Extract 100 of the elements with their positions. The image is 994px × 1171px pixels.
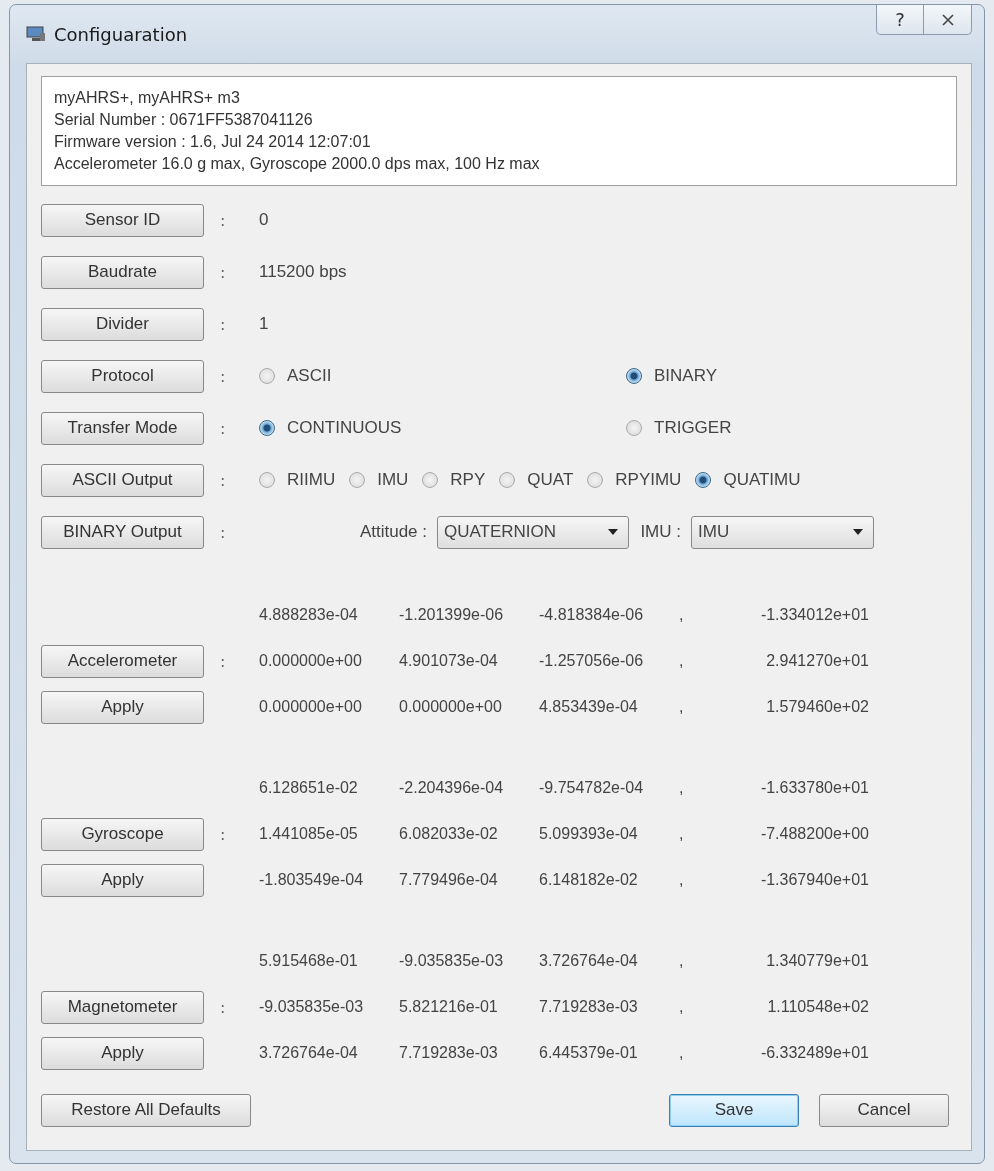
calibration-button[interactable]: Accelerometer	[41, 644, 204, 678]
offset-value: -1.334012e+01	[759, 606, 869, 624]
setting-button[interactable]: Transfer Mode	[41, 411, 204, 445]
setting-value: 115200 bps	[259, 262, 348, 282]
radio-label: QUATIMU	[723, 470, 801, 490]
info-line: myAHRS+, myAHRS+ m3	[54, 88, 241, 108]
radio-label: RIIMU	[287, 470, 336, 490]
setting-value: 1	[259, 314, 270, 334]
dropdown-label: IMU :	[640, 522, 681, 542]
close-button[interactable]	[924, 5, 972, 35]
dropdown-label: Attitude :	[359, 522, 427, 542]
matrix-value: 1.441085e-05	[259, 825, 359, 843]
matrix-value: -1.257056e-06	[539, 652, 645, 670]
window-title: Configuaration	[54, 23, 188, 45]
radio-button[interactable]	[587, 472, 604, 488]
radio-label: IMU	[377, 470, 409, 490]
offset-value: 2.941270e+01	[765, 652, 869, 670]
comma: ,	[679, 1044, 685, 1062]
monitor-icon	[26, 26, 46, 42]
setting-button[interactable]: Divider	[41, 307, 204, 341]
radio-button[interactable]	[422, 472, 439, 488]
help-button[interactable]: ?	[876, 5, 924, 35]
comma: ,	[679, 998, 685, 1016]
separator: :	[219, 470, 227, 490]
radio-label: RPYIMU	[615, 470, 682, 490]
setting-button[interactable]: Protocol	[41, 359, 204, 393]
radio-label: ASCII	[287, 366, 332, 386]
matrix-value: 6.445379e-01	[539, 1044, 639, 1062]
matrix-value: 7.719283e-03	[399, 1044, 499, 1062]
offset-value: -7.488200e+00	[759, 825, 869, 843]
matrix-value: 0.000000e+00	[259, 652, 363, 670]
restore-defaults-button[interactable]: Restore All Defaults	[41, 1093, 251, 1127]
offset-value: 1.110548e+02	[766, 998, 869, 1016]
matrix-value: -9.754782e-04	[539, 779, 645, 797]
radio-button[interactable]	[695, 472, 712, 488]
comma: ,	[679, 606, 685, 624]
comma: ,	[679, 698, 685, 716]
radio-button[interactable]	[499, 472, 516, 488]
offset-value: -1.367940e+01	[759, 871, 869, 889]
matrix-value: 6.128651e-02	[259, 779, 359, 797]
matrix-value: 4.901073e-04	[399, 652, 499, 670]
radio-button[interactable]	[626, 420, 642, 436]
matrix-value: 0.000000e+00	[399, 698, 503, 716]
setting-button[interactable]: ASCII Output	[41, 463, 204, 497]
radio-button[interactable]	[626, 368, 642, 384]
matrix-value: 3.726764e-04	[259, 1044, 359, 1062]
matrix-value: -9.035835e-03	[259, 998, 365, 1016]
matrix-value: 7.779496e-04	[399, 871, 499, 889]
dialog-button[interactable]: Save	[669, 1093, 799, 1127]
info-line: Serial Number : 0671FF5387041126	[54, 110, 314, 130]
dropdown[interactable]: QUATERNION	[437, 515, 629, 549]
matrix-value: 6.082033e-02	[399, 825, 499, 843]
apply-button[interactable]: Apply	[41, 1036, 204, 1070]
separator: :	[219, 210, 227, 230]
matrix-value: 5.915468e-01	[259, 952, 359, 970]
separator: :	[219, 262, 227, 282]
caret-icon	[608, 529, 618, 535]
setting-button[interactable]: Sensor ID	[41, 203, 204, 237]
setting-button[interactable]: Baudrate	[41, 255, 204, 289]
radio-label: RPY	[450, 470, 486, 490]
radio-label: TRIGGER	[654, 418, 732, 438]
info-line: Firmware version : 1.6, Jul 24 2014 12:07:01	[54, 132, 372, 152]
separator: :	[219, 997, 227, 1017]
info-line: Accelerometer 16.0 g max, Gyroscope 2000.0 dps max, 100 Hz max	[54, 154, 541, 174]
offset-value: 1.579460e+02	[765, 698, 869, 716]
matrix-value: 5.821216e-01	[399, 998, 499, 1016]
dropdown[interactable]: IMU	[691, 515, 874, 549]
matrix-value: -4.818384e-06	[539, 606, 645, 624]
matrix-value: -1.201399e-06	[399, 606, 505, 624]
separator: :	[219, 824, 227, 844]
matrix-value: 7.719283e-03	[539, 998, 639, 1016]
radio-button[interactable]	[259, 420, 275, 436]
apply-button[interactable]: Apply	[41, 690, 204, 724]
matrix-value: -1.803549e-04	[259, 871, 365, 889]
radio-button[interactable]	[259, 368, 275, 384]
matrix-value: 5.099393e-04	[539, 825, 639, 843]
calibration-button[interactable]: Gyroscope	[41, 817, 204, 851]
calibration-button[interactable]: Magnetometer	[41, 990, 204, 1024]
radio-label: BINARY	[654, 366, 717, 386]
dialog-button[interactable]: Cancel	[819, 1093, 949, 1127]
separator: :	[219, 314, 227, 334]
separator: :	[219, 522, 227, 542]
caret-icon	[853, 529, 863, 535]
separator: :	[219, 418, 227, 438]
comma: ,	[679, 825, 685, 843]
radio-button[interactable]	[259, 472, 275, 488]
comma: ,	[679, 871, 685, 889]
separator: :	[219, 366, 227, 386]
radio-label: CONTINUOUS	[287, 418, 402, 438]
matrix-value: -2.204396e-04	[399, 779, 505, 797]
matrix-value: 6.148182e-02	[539, 871, 639, 889]
matrix-value: 4.888283e-04	[259, 606, 359, 624]
matrix-value: 4.853439e-04	[539, 698, 639, 716]
apply-button[interactable]: Apply	[41, 863, 204, 897]
matrix-value: 0.000000e+00	[259, 698, 363, 716]
setting-button[interactable]: BINARY Output	[41, 515, 204, 549]
matrix-value: -9.035835e-03	[399, 952, 505, 970]
comma: ,	[679, 952, 685, 970]
radio-label: QUAT	[527, 470, 574, 490]
radio-button[interactable]	[349, 472, 366, 488]
